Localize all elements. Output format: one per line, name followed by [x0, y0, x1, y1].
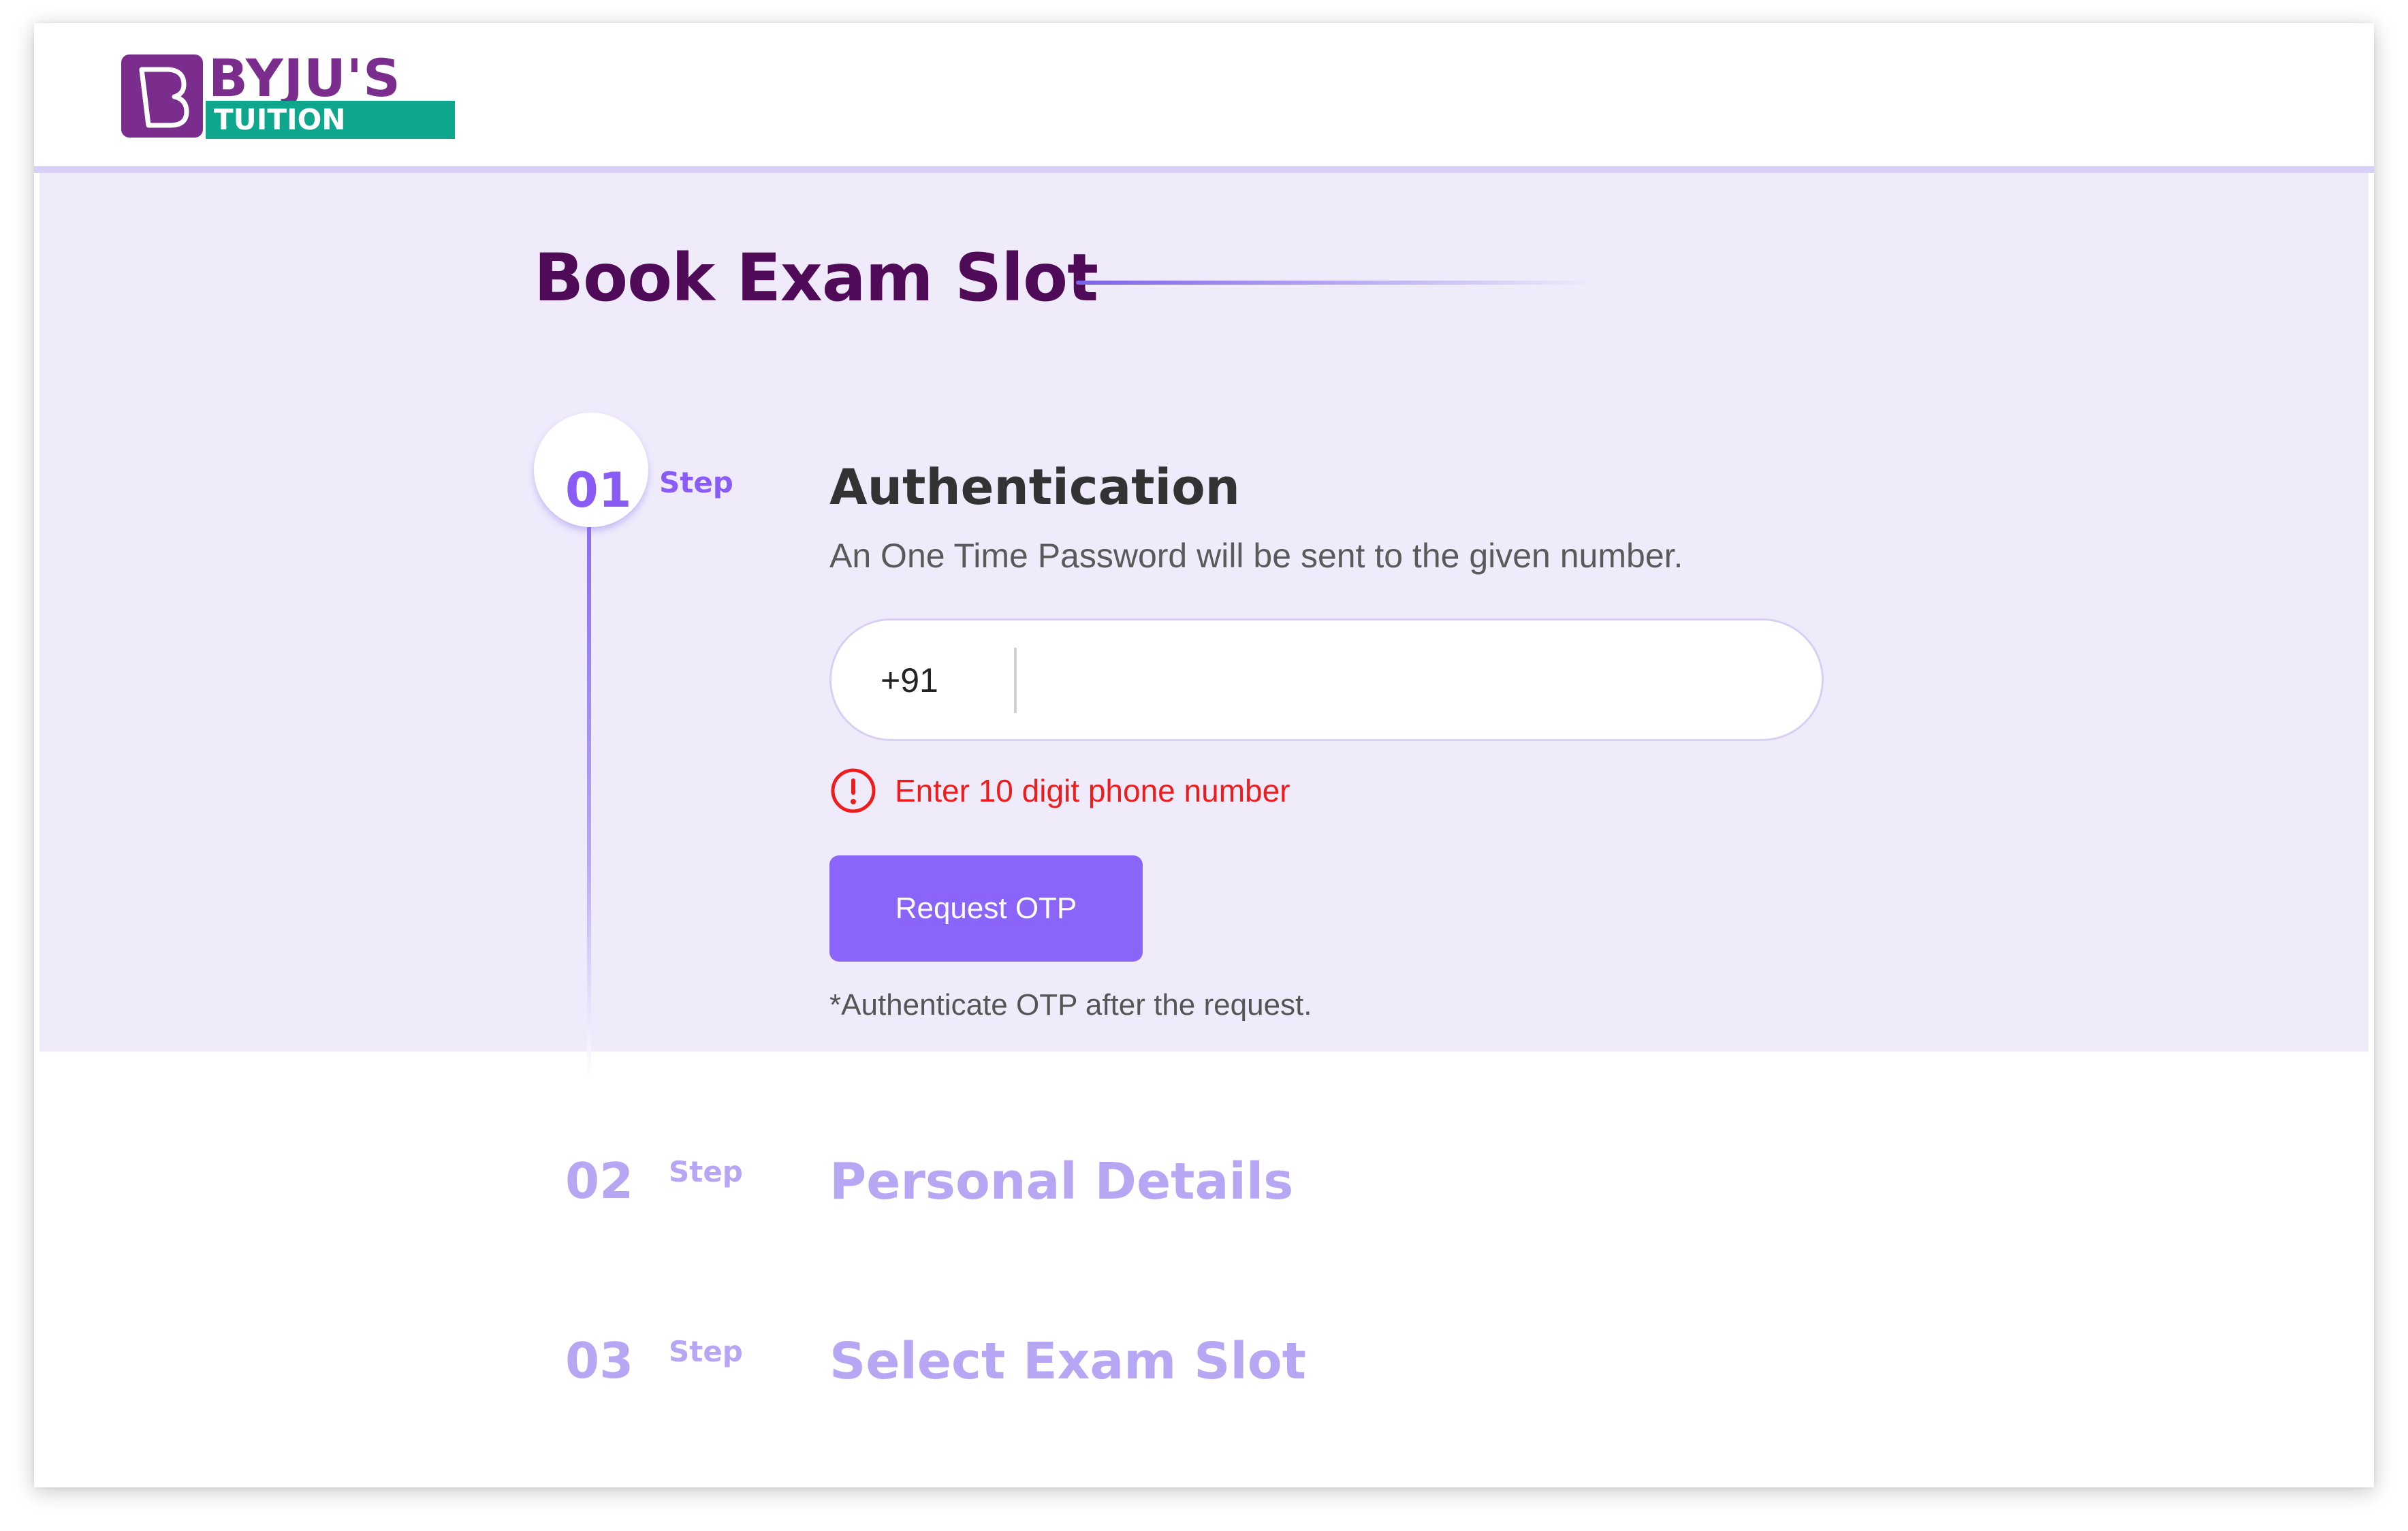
- brand-logo[interactable]: BYJU'S TUITION CENTRE: [121, 48, 462, 174]
- step-connector-line: [587, 527, 591, 1079]
- brand-subtitle: TUITION CENTRE: [206, 101, 455, 174]
- request-otp-button[interactable]: Request OTP: [829, 855, 1143, 962]
- phone-input[interactable]: [1036, 641, 1799, 720]
- phone-field[interactable]: +91: [829, 618, 1824, 741]
- title-underline: [1076, 281, 1594, 285]
- step-1-title: Authentication: [829, 458, 1240, 516]
- step-1-number: 01: [565, 462, 632, 518]
- step-1-label: Step: [659, 466, 733, 499]
- error-message: Enter 10 digit phone number: [895, 773, 1290, 808]
- step-2-number: 02: [565, 1152, 634, 1210]
- brand-name: BYJU'S: [208, 48, 401, 108]
- step-3-number: 03: [565, 1332, 634, 1389]
- error-alert-icon: [831, 768, 876, 813]
- step-2-label: Step: [669, 1155, 743, 1188]
- page-title: Book Exam Slot: [534, 240, 1098, 316]
- header-divider: [34, 166, 2374, 173]
- step-1-description: An One Time Password will be sent to the…: [829, 537, 1683, 575]
- otp-note: *Authenticate OTP after the request.: [829, 988, 1312, 1022]
- country-code[interactable]: +91: [881, 660, 938, 701]
- step-3-title[interactable]: Select Exam Slot: [829, 1331, 1306, 1392]
- step-2-title[interactable]: Personal Details: [829, 1151, 1293, 1212]
- phone-field-divider: [1014, 648, 1017, 713]
- active-step-panel: [39, 173, 2369, 1052]
- app-window: BYJU'S TUITION CENTRE Book Exam Slot 01 …: [34, 23, 2374, 1487]
- site-header: BYJU'S TUITION CENTRE: [34, 23, 2374, 174]
- brand-b-icon: [121, 54, 203, 138]
- step-3-label: Step: [669, 1335, 743, 1368]
